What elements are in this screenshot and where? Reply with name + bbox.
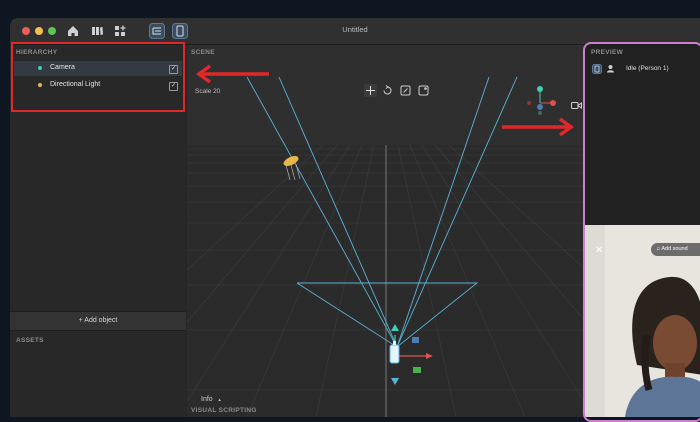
rect-tool-icon[interactable] <box>418 85 429 96</box>
scene-canvas[interactable] <box>187 45 584 417</box>
scale-readout: Scale 20 <box>195 88 221 95</box>
move-tool-icon[interactable] <box>364 84 377 97</box>
add-object-button[interactable]: + Add object <box>10 311 186 331</box>
title-bar: Untitled <box>10 18 700 45</box>
scene-viewport[interactable]: SCENE Scale 20 Info ▲ <box>187 45 584 417</box>
info-label: Info <box>201 396 213 403</box>
scene-label: SCENE <box>191 49 215 56</box>
camera-view-icon[interactable] <box>571 101 582 110</box>
scale-tool-icon[interactable] <box>400 85 411 96</box>
hierarchy-highlight-box <box>11 42 185 112</box>
right-arrow-annotation <box>502 117 574 137</box>
assets-label: ASSETS <box>16 337 44 344</box>
caret-up-icon: ▲ <box>217 397 222 402</box>
window-title: Untitled <box>342 25 368 34</box>
preview-highlight-box <box>583 42 700 422</box>
left-arrow-annotation <box>196 64 269 84</box>
visual-scripting-label[interactable]: VISUAL SCRIPTING <box>191 407 257 414</box>
rotate-tool-icon[interactable] <box>382 85 393 96</box>
info-toggle[interactable]: Info ▲ <box>201 396 222 403</box>
